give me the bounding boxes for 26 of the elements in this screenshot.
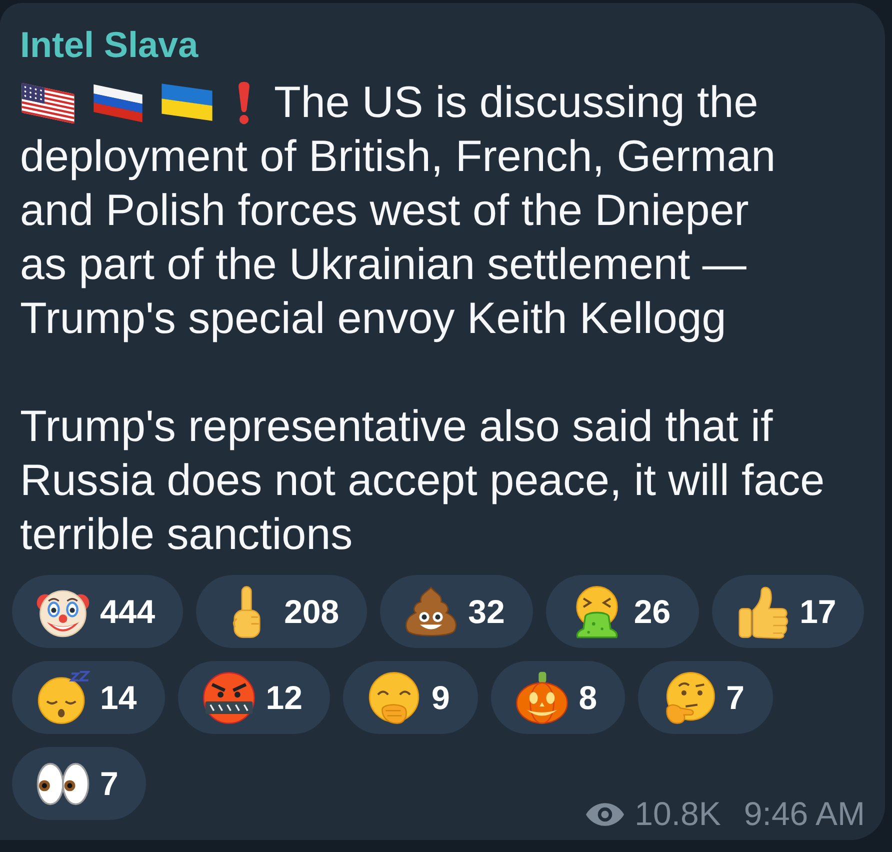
message-text: Trump's representative also said that if Russia does not accept peace, it will face terrible sanctions: [20, 401, 826, 561]
reaction-button[interactable]: 9: [343, 661, 478, 734]
reaction-button[interactable]: 8: [490, 661, 626, 734]
reaction-button[interactable]: 26: [546, 575, 699, 648]
view-count: 10.8K: [634, 794, 721, 834]
reaction-button[interactable]: 12: [178, 661, 330, 734]
message-text: The US is discussing the: [274, 77, 758, 129]
reaction-button[interactable]: 32: [380, 575, 533, 648]
russian-flag-icon: [92, 82, 144, 124]
jack-o-lantern-icon: [514, 670, 569, 724]
reaction-button[interactable]: 7: [12, 747, 146, 820]
thumbs-up-icon: [736, 584, 790, 638]
reaction-button[interactable]: 7: [638, 661, 773, 734]
cursing-face-icon: [202, 670, 256, 724]
message-text: deployment of British, French, German and Polish forces west of the Dnieper as part of the Ukrainian settlement — Trump's special envoy Keith Kellogg: [20, 131, 777, 345]
sleeping-face-icon: [36, 670, 90, 724]
reaction-button[interactable]: 17: [712, 575, 864, 648]
ukrainian-flag-icon: [160, 82, 214, 124]
message-time: 9:46 AM: [744, 794, 865, 834]
eye-icon: [586, 802, 624, 826]
reaction-button[interactable]: 208: [196, 575, 368, 648]
channel-name: Intel Slava: [20, 23, 198, 67]
reaction-button[interactable]: 444: [12, 575, 184, 648]
poop-icon: [404, 584, 458, 638]
reaction-button[interactable]: 14: [12, 661, 165, 734]
yawning-face-icon: [367, 670, 422, 724]
